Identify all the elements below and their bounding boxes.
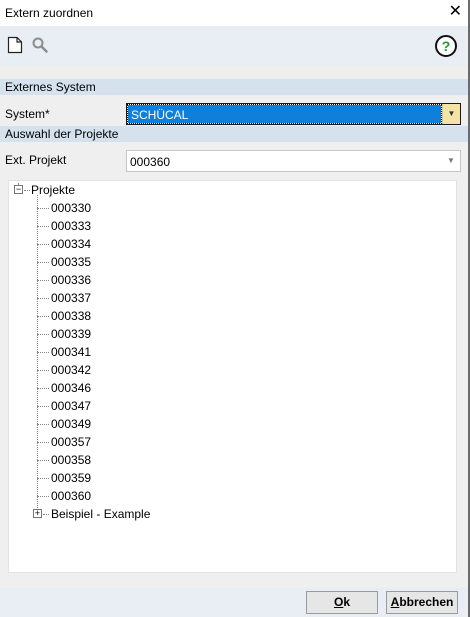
tree-item[interactable]: 000339	[51, 325, 91, 343]
tree-item[interactable]: 000357	[51, 433, 91, 451]
cancel-button[interactable]: Abbrechen	[386, 591, 458, 614]
system-label: System*	[5, 107, 50, 121]
tree-item[interactable]: 000337	[51, 289, 91, 307]
tree-node-example-label: Beispiel - Example	[51, 507, 151, 521]
chevron-down-icon[interactable]: ▼	[442, 104, 460, 124]
search-icon[interactable]	[31, 36, 49, 56]
tree-item[interactable]: 000341	[51, 343, 91, 361]
section-header-external: Externes System	[0, 79, 468, 95]
ok-button[interactable]: Ok	[306, 591, 378, 614]
ext-project-value: 000360	[130, 155, 171, 169]
ext-project-label: Ext. Projekt	[5, 153, 67, 167]
cancel-label-rest: bbrechen	[399, 595, 454, 609]
tree-item[interactable]: 000358	[51, 451, 91, 469]
tree-item[interactable]: 000336	[51, 271, 91, 289]
tree-item[interactable]: 000334	[51, 235, 91, 253]
button-bar: Ok Abbrechen	[0, 588, 468, 617]
toolbar: ?	[0, 26, 468, 66]
tree-branch-line	[37, 195, 38, 514]
section-header-projects: Auswahl der Projekte	[0, 126, 468, 142]
help-glyph: ?	[442, 38, 451, 54]
system-value: SCHÜCAL	[131, 108, 189, 122]
tree-item[interactable]: 000349	[51, 415, 91, 433]
form-area: Externes System System* SCHÜCAL ▼ Auswah…	[0, 66, 468, 588]
tree-item[interactable]: 000346	[51, 379, 91, 397]
close-icon[interactable]: ✕	[449, 3, 462, 21]
title-bar: Extern zuordnen ✕	[0, 0, 470, 26]
help-icon[interactable]: ?	[434, 34, 458, 58]
tree-node-example[interactable]: Beispiel - Example	[51, 505, 150, 523]
tree-item[interactable]: 000338	[51, 307, 91, 325]
tree-item[interactable]: 000347	[51, 397, 91, 415]
new-document-icon[interactable]	[7, 36, 25, 56]
tree-item[interactable]: 000359	[51, 469, 91, 487]
window-title: Extern zuordnen	[5, 6, 94, 20]
tree-item[interactable]: 000342	[51, 361, 91, 379]
collapse-icon[interactable]: −	[14, 185, 23, 194]
ok-label-rest: k	[343, 595, 351, 609]
tree-item[interactable]: 000330	[51, 199, 91, 217]
chevron-down-icon[interactable]: ▼	[442, 151, 460, 171]
tree-item[interactable]: 000335	[51, 253, 91, 271]
expand-icon[interactable]: +	[33, 509, 42, 518]
tree-item[interactable]: 000333	[51, 217, 91, 235]
ext-project-select[interactable]: 000360 ▼	[126, 150, 461, 172]
project-tree[interactable]: − Projekte 000330 000333 000334 000335 0…	[8, 180, 457, 573]
tree-item[interactable]: 000360	[51, 487, 91, 505]
ok-mnemonic: O	[333, 595, 344, 609]
system-select[interactable]: SCHÜCAL ▼	[126, 103, 461, 125]
